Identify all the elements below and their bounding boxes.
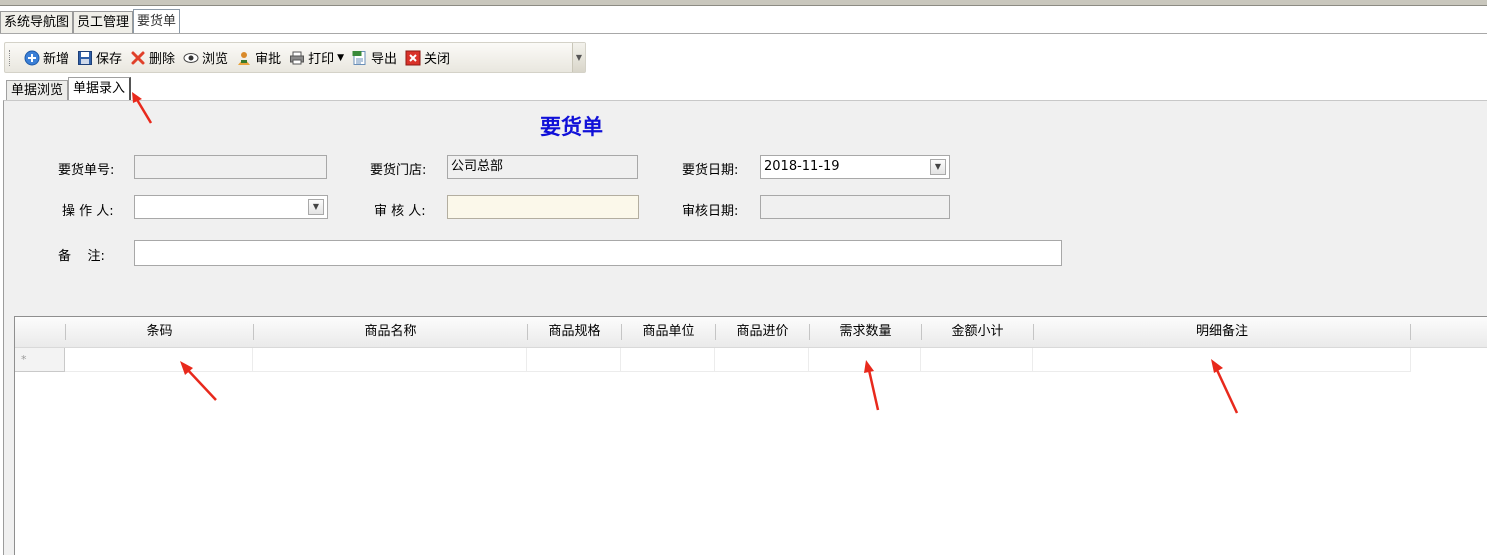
annotation-arrow-icon xyxy=(180,361,217,401)
order-no-label: 要货单号: xyxy=(58,163,115,178)
order-date-picker[interactable]: 2018-11-19 ▼ xyxy=(760,155,950,179)
column-header-detail-remark[interactable]: 明细备注 xyxy=(1034,317,1410,347)
reviewer-label: 审 核 人: xyxy=(374,204,426,219)
cell-amount-subtotal[interactable] xyxy=(921,348,1033,372)
annotation-arrow-icon xyxy=(864,360,880,411)
delete-button[interactable]: 删除 xyxy=(126,46,179,70)
tab-requisition-order[interactable]: 要货单 xyxy=(133,9,181,33)
annotation-arrow-icon xyxy=(1211,359,1239,414)
column-header-unit[interactable]: 商品单位 xyxy=(622,317,715,347)
tab-employee-management[interactable]: 员工管理 xyxy=(73,11,134,33)
column-header-spec[interactable]: 商品规格 xyxy=(528,317,621,347)
remark-label: 备 注: xyxy=(58,249,105,264)
column-header-barcode[interactable]: 条码 xyxy=(66,317,253,347)
export-button[interactable]: 导出 xyxy=(348,46,401,70)
store-field[interactable]: 公司总部 xyxy=(447,155,638,179)
cell-product-name[interactable] xyxy=(253,348,527,372)
save-button-label: 保存 xyxy=(96,52,123,67)
annotation-arrow-icon xyxy=(132,92,153,124)
review-date-field[interactable] xyxy=(760,195,950,219)
printer-icon xyxy=(289,50,305,66)
chevron-down-icon: ▼ xyxy=(575,53,583,62)
table-row[interactable]: * xyxy=(15,348,1411,372)
order-date-value: 2018-11-19 xyxy=(764,159,840,174)
operator-label: 操 作 人: xyxy=(62,204,114,219)
order-date-label: 要货日期: xyxy=(682,163,739,178)
chevron-down-icon[interactable]: ▼ xyxy=(337,53,344,63)
reviewer-field[interactable] xyxy=(447,195,639,219)
column-header-product-name[interactable]: 商品名称 xyxy=(254,317,527,347)
close-icon xyxy=(405,50,421,66)
approve-button-label: 审批 xyxy=(255,52,282,67)
review-date-label: 审核日期: xyxy=(682,204,739,219)
column-header-amount-subtotal[interactable]: 金额小计 xyxy=(922,317,1033,347)
tab-document-browse[interactable]: 单据浏览 xyxy=(6,80,69,100)
toolbar-overflow-button[interactable]: ▼ xyxy=(572,43,585,72)
grid-header: 条码 商品名称 商品规格 商品单位 商品进价 需求数量 金额小计 明细备注 xyxy=(15,317,1487,348)
delete-x-icon xyxy=(130,50,146,66)
tab-system-navigation[interactable]: 系统导航图 xyxy=(0,11,74,33)
browse-button-label: 浏览 xyxy=(202,52,229,67)
form-title: 要货单 xyxy=(540,114,603,139)
approve-button[interactable]: 审批 xyxy=(232,46,285,70)
cell-barcode[interactable] xyxy=(65,348,253,372)
detail-grid: 条码 商品名称 商品规格 商品单位 商品进价 需求数量 金额小计 明细备注 * xyxy=(14,316,1487,555)
browse-button[interactable]: 浏览 xyxy=(179,46,232,70)
export-button-label: 导出 xyxy=(371,52,398,67)
print-button[interactable]: 打印 ▼ xyxy=(285,46,348,70)
main-toolbar: 新增 保存 删除 浏览 审批 打印 ▼ 导出 关闭 ▼ xyxy=(4,42,586,73)
new-row-indicator[interactable]: * xyxy=(15,348,65,372)
floppy-disk-icon xyxy=(77,50,93,66)
excel-export-icon xyxy=(352,50,368,66)
add-circle-icon xyxy=(24,50,40,66)
close-button-label: 关闭 xyxy=(424,52,451,67)
document-tab-strip: 系统导航图 员工管理 要货单 xyxy=(0,9,181,33)
column-header-required-qty[interactable]: 需求数量 xyxy=(810,317,921,347)
remark-field[interactable] xyxy=(134,240,1062,266)
cell-spec[interactable] xyxy=(527,348,621,372)
column-header-purchase-price[interactable]: 商品进价 xyxy=(716,317,809,347)
tab-document-entry[interactable]: 单据录入 xyxy=(68,77,132,100)
chevron-down-icon[interactable]: ▼ xyxy=(930,159,946,175)
cell-unit[interactable] xyxy=(621,348,715,372)
order-no-field[interactable] xyxy=(134,155,327,179)
approver-person-icon xyxy=(236,50,252,66)
save-button[interactable]: 保存 xyxy=(73,46,126,70)
new-button-label: 新增 xyxy=(43,52,70,67)
window-top-border xyxy=(0,0,1487,6)
form-tab-strip: 单据浏览 单据录入 xyxy=(6,77,132,100)
eye-icon xyxy=(183,50,199,66)
store-label: 要货门店: xyxy=(370,163,427,178)
toolbar-grip[interactable] xyxy=(9,49,14,66)
operator-select[interactable]: ▼ xyxy=(134,195,328,219)
cell-purchase-price[interactable] xyxy=(715,348,809,372)
column-separator[interactable] xyxy=(1410,324,1411,340)
new-button[interactable]: 新增 xyxy=(20,46,73,70)
close-button[interactable]: 关闭 xyxy=(401,46,454,70)
print-button-label: 打印 xyxy=(308,52,335,67)
tab-strip-divider xyxy=(0,33,1487,34)
delete-button-label: 删除 xyxy=(149,52,176,67)
chevron-down-icon[interactable]: ▼ xyxy=(308,199,324,215)
